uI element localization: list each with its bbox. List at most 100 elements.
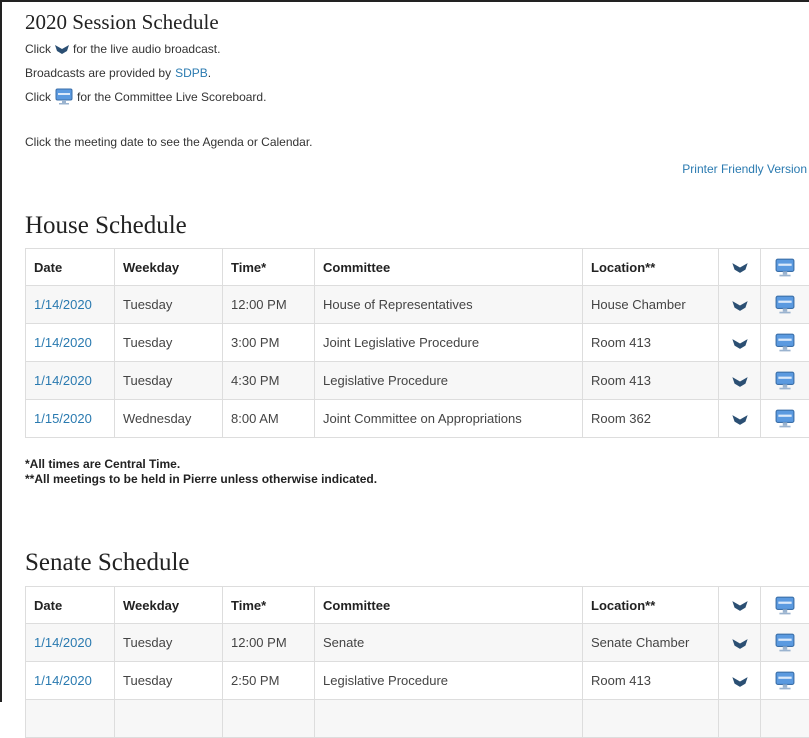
meeting-date-link[interactable]: 1/15/2020 (26, 400, 115, 438)
scoreboard-cell[interactable] (761, 624, 809, 662)
printer-friendly-link[interactable]: Printer Friendly Version (682, 162, 807, 176)
sdpb-link[interactable]: SDPB (175, 66, 208, 80)
table-row: 1/14/2020Tuesday12:00 PMHouse of Represe… (26, 286, 809, 324)
column-header-committee: Committee (315, 587, 583, 624)
table-row: 1/14/2020Tuesday4:30 PMLegislative Proce… (26, 362, 809, 400)
scoreboard-cell (761, 700, 809, 738)
audio-broadcast-icon[interactable] (732, 414, 748, 426)
audio-broadcast-cell[interactable] (719, 362, 761, 400)
meeting-date-link[interactable]: 1/14/2020 (26, 362, 115, 400)
audio-broadcast-icon[interactable] (732, 338, 748, 350)
weekday-cell: Wednesday (115, 400, 223, 438)
column-header-time: Time* (223, 587, 315, 624)
column-header-weekday: Weekday (115, 587, 223, 624)
audio-broadcast-icon[interactable] (732, 300, 748, 312)
meeting-date-link[interactable]: 1/14/2020 (26, 286, 115, 324)
table-row (26, 700, 809, 738)
frame-border-top (0, 0, 809, 2)
committee-cell: Joint Committee on Appropriations (315, 400, 583, 438)
house-header-row: Date Weekday Time* Committee Location** (26, 249, 809, 286)
scoreboard-monitor-icon (55, 88, 73, 105)
committee-cell: House of Representatives (315, 286, 583, 324)
broadcast-line: Broadcasts are provided by SDPB . (25, 66, 211, 80)
broadcast-prefix: Broadcasts are provided by (25, 66, 171, 80)
audio-broadcast-cell[interactable] (719, 400, 761, 438)
table-row: 1/14/2020Tuesday2:50 PMLegislative Proce… (26, 662, 809, 700)
audio-broadcast-cell[interactable] (719, 662, 761, 700)
scoreboard-monitor-icon[interactable] (775, 409, 795, 428)
time-cell: 3:00 PM (223, 324, 315, 362)
house-table-body: 1/14/2020Tuesday12:00 PMHouse of Represe… (26, 286, 809, 438)
column-header-location: Location** (583, 587, 719, 624)
committee-cell: Senate (315, 624, 583, 662)
senate-table-body: 1/14/2020Tuesday12:00 PMSenateSenate Cha… (26, 624, 809, 738)
location-cell (583, 700, 719, 738)
time-cell: 8:00 AM (223, 400, 315, 438)
location-cell: Room 413 (583, 324, 719, 362)
location-cell: House Chamber (583, 286, 719, 324)
column-header-audio (719, 587, 761, 624)
house-schedule-title: House Schedule (25, 212, 187, 240)
scoreboard-monitor-icon[interactable] (775, 333, 795, 352)
committee-cell: Legislative Procedure (315, 362, 583, 400)
audio-broadcast-cell[interactable] (719, 624, 761, 662)
weekday-cell: Tuesday (115, 662, 223, 700)
scoreboard-cell[interactable] (761, 400, 809, 438)
scoreboard-instruction: Click for the Committee Live Scoreboard. (25, 88, 266, 105)
schedule-notes: *All times are Central Time. **All meeti… (25, 457, 377, 487)
weekday-cell: Tuesday (115, 624, 223, 662)
audio-broadcast-icon[interactable] (732, 376, 748, 388)
audio-broadcast-cell (719, 700, 761, 738)
table-row: 1/14/2020Tuesday3:00 PMJoint Legislative… (26, 324, 809, 362)
frame-border-left (0, 0, 2, 702)
audio-instruction-text: for the live audio broadcast. (73, 42, 220, 56)
column-header-time: Time* (223, 249, 315, 286)
house-schedule-table: Date Weekday Time* Committee Location** … (25, 248, 809, 438)
senate-schedule-table: Date Weekday Time* Committee Location** … (25, 586, 809, 738)
audio-instruction-click: Click (25, 42, 51, 56)
weekday-cell: Tuesday (115, 324, 223, 362)
audio-broadcast-icon (732, 600, 748, 612)
scoreboard-instruction-text: for the Committee Live Scoreboard. (77, 90, 266, 104)
scoreboard-monitor-icon[interactable] (775, 671, 795, 690)
weekday-cell: Tuesday (115, 362, 223, 400)
location-cell: Senate Chamber (583, 624, 719, 662)
column-header-scoreboard (761, 249, 809, 286)
audio-broadcast-icon[interactable] (732, 676, 748, 688)
senate-schedule-title: Senate Schedule (25, 549, 190, 577)
time-cell: 2:50 PM (223, 662, 315, 700)
table-row: 1/15/2020Wednesday8:00 AMJoint Committee… (26, 400, 809, 438)
scoreboard-monitor-icon[interactable] (775, 633, 795, 652)
audio-broadcast-cell[interactable] (719, 286, 761, 324)
column-header-scoreboard (761, 587, 809, 624)
audio-broadcast-cell[interactable] (719, 324, 761, 362)
scoreboard-cell[interactable] (761, 324, 809, 362)
meeting-date-link[interactable] (26, 700, 115, 738)
page-title: 2020 Session Schedule (25, 10, 219, 35)
meeting-date-link[interactable]: 1/14/2020 (26, 662, 115, 700)
time-cell: 12:00 PM (223, 624, 315, 662)
scoreboard-monitor-icon[interactable] (775, 371, 795, 390)
meeting-hint: Click the meeting date to see the Agenda… (25, 135, 313, 149)
scoreboard-monitor-icon (775, 596, 795, 615)
scoreboard-monitor-icon (775, 258, 795, 277)
column-header-location: Location** (583, 249, 719, 286)
scoreboard-monitor-icon[interactable] (775, 295, 795, 314)
scoreboard-cell[interactable] (761, 662, 809, 700)
weekday-cell: Tuesday (115, 286, 223, 324)
column-header-date: Date (26, 587, 115, 624)
column-header-date: Date (26, 249, 115, 286)
scoreboard-cell[interactable] (761, 286, 809, 324)
meeting-date-link[interactable]: 1/14/2020 (26, 624, 115, 662)
table-row: 1/14/2020Tuesday12:00 PMSenateSenate Cha… (26, 624, 809, 662)
weekday-cell (115, 700, 223, 738)
audio-broadcast-icon (732, 262, 748, 274)
location-cell: Room 362 (583, 400, 719, 438)
scoreboard-cell[interactable] (761, 362, 809, 400)
column-header-audio (719, 249, 761, 286)
audio-broadcast-icon[interactable] (732, 638, 748, 650)
meeting-date-link[interactable]: 1/14/2020 (26, 324, 115, 362)
time-cell: 4:30 PM (223, 362, 315, 400)
location-cell: Room 413 (583, 662, 719, 700)
broadcast-suffix: . (208, 66, 211, 80)
